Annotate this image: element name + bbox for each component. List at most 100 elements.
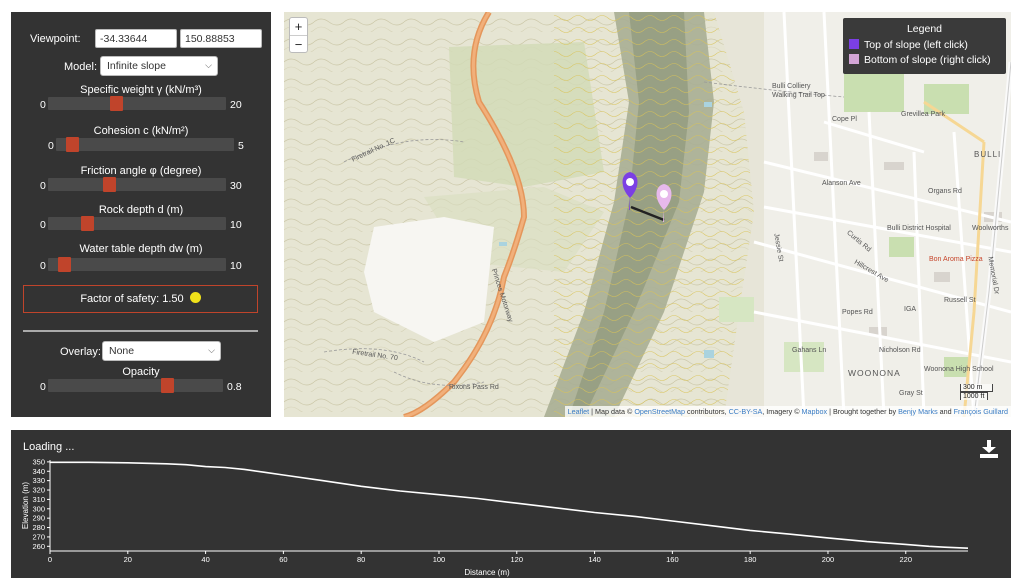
y-tick-label: 270 [32, 532, 45, 541]
map-label: Gray St [899, 390, 923, 397]
y-tick-label: 310 [32, 495, 45, 504]
parameter-slider[interactable] [48, 257, 226, 272]
x-tick-label: 40 [201, 555, 209, 564]
legend-title: Legend [906, 23, 943, 35]
attribution-text: , Imagery © [762, 407, 802, 416]
map-label: WOONONA [848, 368, 901, 378]
map-label: Cope Pl [832, 116, 857, 123]
slider-min: 0 [40, 219, 46, 231]
slider-max: 5 [238, 140, 244, 152]
slider-label: Cohesion c (kN/m²) [93, 125, 189, 137]
attribution-text: and [937, 407, 954, 416]
license-link[interactable]: CC-BY-SA [729, 407, 763, 416]
attribution-text: | Map data © [589, 407, 635, 416]
overlay-select-value: None [109, 345, 135, 357]
slider-thumb[interactable] [103, 177, 116, 192]
model-select-value: Infinite slope [107, 60, 166, 72]
elevation-chart: 260270280290300310320330340350 0 20 40 60 80 1… [21, 457, 969, 577]
parameter-slider[interactable] [48, 216, 226, 231]
zoom-out-button[interactable]: − [290, 35, 307, 52]
map-label: Bulli District Hospital [887, 225, 951, 232]
map-scale: 300 m 1000 ft [960, 384, 993, 400]
y-tick-label: 280 [32, 523, 45, 532]
slider-max: 30 [230, 180, 242, 192]
zoom-control: + − [289, 17, 308, 53]
slider-min: 0 [40, 180, 46, 192]
x-tick-label: 120 [511, 555, 524, 564]
overlay-select[interactable]: None ⌵ [102, 341, 221, 361]
legend-label-bottom: Bottom of slope (right click) [864, 54, 991, 66]
attribution-text: contributors, [685, 407, 729, 416]
parameter-slider[interactable] [48, 177, 226, 192]
map-label: Woonona High School [924, 366, 994, 373]
opacity-min: 0 [40, 381, 46, 393]
y-tick-label: 350 [32, 457, 45, 466]
opacity-slider[interactable] [48, 378, 223, 393]
x-tick-label: 60 [279, 555, 287, 564]
slider-max: 10 [230, 260, 242, 272]
viewpoint-lat-input[interactable]: -34.33644 [95, 29, 177, 48]
safety-status-dot [189, 292, 201, 303]
y-tick-label: 290 [32, 514, 45, 523]
x-axis-label: Distance (m) [464, 568, 510, 577]
map-label: Nicholson Rd [879, 347, 921, 354]
map-label: Popes Rd [842, 309, 873, 316]
slider-thumb[interactable] [66, 137, 79, 152]
map-view[interactable]: Bulli Colliery Walking Trail Top Grevill… [284, 12, 1011, 417]
map-label: BULLI [974, 150, 1002, 159]
legend-item-bottom: Bottom of slope (right click) [843, 53, 1006, 68]
map-label: Organs Rd [928, 188, 962, 195]
osm-link[interactable]: OpenStreetMap [634, 407, 685, 416]
chevron-down-icon: ⌵ [205, 60, 212, 70]
viewpoint-label: Viewpoint: [30, 33, 81, 45]
legend-swatch-bottom [849, 54, 859, 64]
map-label: Bulli Colliery Walking Trail Top [772, 83, 825, 99]
elevation-profile-panel: Loading ... 260 270 280 290 300 310 320 330 340 3… [11, 430, 1011, 578]
legend-label-top: Top of slope (left click) [864, 39, 968, 51]
parameter-slider[interactable] [48, 96, 226, 111]
attribution-text: | Brought together by [827, 407, 899, 416]
factor-of-safety-box: Factor of safety: 1.50 [23, 285, 258, 313]
control-panel: Viewpoint: -34.33644 150.88853 Model: In… [11, 12, 271, 417]
viewpoint-lon-input[interactable]: 150.88853 [180, 29, 262, 48]
map-legend: Legend Top of slope (left click) Bottom … [843, 18, 1006, 74]
mapbox-link[interactable]: Mapbox [802, 407, 828, 416]
parameter-slider[interactable] [56, 137, 234, 152]
y-tick-label: 320 [32, 486, 45, 495]
opacity-slider-thumb[interactable] [161, 378, 174, 393]
x-tick-label: 100 [433, 555, 446, 564]
slider-thumb[interactable] [110, 96, 123, 111]
zoom-in-button[interactable]: + [290, 18, 307, 35]
opacity-label: Opacity [122, 366, 160, 378]
map-label: Woolworths [972, 225, 1009, 232]
model-label: Model: [64, 61, 98, 73]
map-label: Russell St [944, 297, 976, 304]
chevron-down-icon: ⌵ [208, 345, 215, 355]
legend-item-top: Top of slope (left click) [843, 38, 1006, 53]
y-axis-label: Elevation (m) [21, 482, 30, 529]
x-tick-label: 220 [900, 555, 913, 564]
scale-imperial: 1000 ft [960, 392, 988, 400]
author-link[interactable]: François Guillard [954, 407, 1008, 416]
author-link[interactable]: Benjy Marks [898, 407, 938, 416]
x-tick-label: 0 [48, 555, 52, 564]
y-tick-label: 300 [32, 504, 45, 513]
x-tick-label: 160 [666, 555, 679, 564]
map-label: Grevillea Park [901, 111, 945, 118]
map-label: Alanson Ave [822, 180, 861, 187]
divider [23, 330, 258, 332]
model-select[interactable]: Infinite slope ⌵ [100, 56, 218, 76]
x-tick-label: 140 [588, 555, 601, 564]
map-label: IGA [904, 306, 917, 313]
y-tick-label: 260 [32, 542, 45, 551]
leaflet-link[interactable]: Leaflet [568, 407, 590, 416]
x-tick-label: 80 [357, 555, 365, 564]
x-tick-label: 20 [124, 555, 132, 564]
slider-label: Friction angle φ (degree) [80, 165, 202, 177]
map-label: Bon Aroma Pizza [929, 256, 983, 263]
slider-thumb[interactable] [81, 216, 94, 231]
slider-thumb[interactable] [58, 257, 71, 272]
y-tick-label: 340 [32, 467, 45, 476]
slider-min: 0 [48, 140, 54, 152]
y-tick-label: 330 [32, 476, 45, 485]
